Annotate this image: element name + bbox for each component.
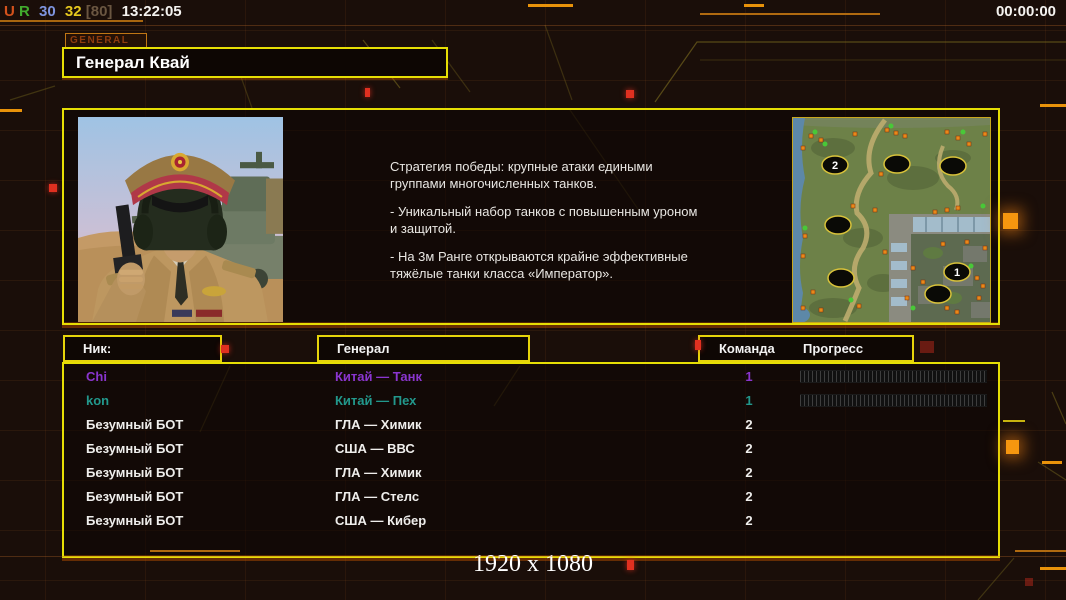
player-row: Chi Китай — Танк 1 <box>64 365 998 389</box>
map-preview: 2 1 <box>792 117 991 323</box>
player-name: Chi <box>86 369 107 384</box>
player-general: ГЛА — Химик <box>335 465 422 480</box>
game-timer: 00:00:00 <box>995 3 1056 20</box>
decor-line <box>1040 104 1066 107</box>
start-position-2-label: 2 <box>832 160 838 172</box>
status-segment: R <box>19 3 30 20</box>
status-segment: [80] <box>85 3 113 20</box>
loading-screen: U R 30 32 [80] 13:22:05 00:00:00 GENERAL… <box>0 0 1066 600</box>
status-segment: 30 <box>39 3 56 20</box>
players-table-panel: Chi Китай — Танк 1 kon Китай — Пех 1 Без… <box>62 362 1000 558</box>
status-clock: 13:22:05 <box>121 3 182 20</box>
decor-line <box>700 13 880 15</box>
decor-orange-square <box>1006 440 1019 454</box>
decor-red-square <box>1025 578 1033 586</box>
start-position-1-label: 1 <box>954 267 960 279</box>
column-header-progress: Прогресс <box>803 341 864 356</box>
player-name: Безумный БОТ <box>86 465 184 480</box>
decor-orange-square <box>47 50 63 66</box>
decor-red-square <box>626 90 634 98</box>
player-team: 2 <box>745 489 753 504</box>
general-tab-label: GENERAL <box>65 33 147 48</box>
decor-red-square <box>49 184 57 192</box>
player-team: 2 <box>745 465 753 480</box>
player-row: Безумный БОТ ГЛА — Химик 2 <box>64 461 998 485</box>
column-header-general: Генерал <box>317 335 530 362</box>
status-segment: U <box>4 3 15 20</box>
player-general: ГЛА — Стелс <box>335 489 420 504</box>
player-name: Безумный БОТ <box>86 489 184 504</box>
player-row: Безумный БОТ ГЛА — Химик 2 <box>64 413 998 437</box>
decor-orange-square <box>44 483 62 501</box>
decor-line <box>1042 461 1062 464</box>
strategy-paragraph: - На 3м Ранге открываются крайне эффекти… <box>390 249 688 281</box>
resolution-label: 1920 x 1080 <box>473 551 593 577</box>
strategy-paragraph: - Уникальный набор танков с повышенным у… <box>390 204 698 236</box>
player-team: 2 <box>745 513 753 528</box>
status-segment: 32 <box>64 3 82 20</box>
player-general: Китай — Танк <box>335 369 422 384</box>
strategy-paragraph: Стратегия победы: крупные атаки едиными … <box>390 159 653 191</box>
column-header-nick: Ник: <box>63 335 222 362</box>
decor-red-square <box>920 341 934 353</box>
player-progress-bar <box>800 370 987 383</box>
player-general: Китай — Пех <box>335 393 417 408</box>
player-row: Безумный БОТ ГЛА — Стелс 2 <box>64 485 998 509</box>
player-row: Безумный БОТ США — Кибер 2 <box>64 509 998 533</box>
decor-orange-square <box>1003 213 1018 229</box>
player-row: Безумный БОТ США — ВВС 2 <box>64 437 998 461</box>
player-progress-bar <box>800 394 987 407</box>
decor-red-square <box>365 88 370 97</box>
player-name: Безумный БОТ <box>86 513 184 528</box>
player-name: Безумный БОТ <box>86 417 184 432</box>
topbar-underline-decoration <box>0 20 143 22</box>
player-name: Безумный БОТ <box>86 441 184 456</box>
player-general: США — Кибер <box>335 513 427 528</box>
column-header-team-progress: Команда Прогресс <box>698 335 914 362</box>
player-name: kon <box>86 393 110 408</box>
player-general: США — ВВС <box>335 441 415 456</box>
decor-line <box>744 4 764 7</box>
decor-line <box>1003 420 1025 422</box>
player-team: 2 <box>745 441 753 456</box>
general-name-title: Генерал Квай <box>62 47 448 78</box>
player-row: kon Китай — Пех 1 <box>64 389 998 413</box>
decor-line <box>0 25 1066 26</box>
decor-red-square <box>221 345 229 353</box>
player-general: ГЛА — Химик <box>335 417 422 432</box>
players-rows: Chi Китай — Танк 1 kon Китай — Пех 1 Без… <box>64 365 998 533</box>
strategy-description: Стратегия победы: крупные атаки едиными … <box>390 158 735 293</box>
general-portrait-image <box>78 117 283 322</box>
player-team: 2 <box>745 417 753 432</box>
decor-line <box>0 109 22 112</box>
lobby-status-text: U R 30 32 [80] 13:22:05 <box>4 3 182 20</box>
player-team: 1 <box>745 393 753 408</box>
decor-orange-square <box>44 392 62 408</box>
decor-line <box>528 4 573 7</box>
column-header-team: Команда <box>719 341 775 356</box>
player-team: 1 <box>745 369 753 384</box>
